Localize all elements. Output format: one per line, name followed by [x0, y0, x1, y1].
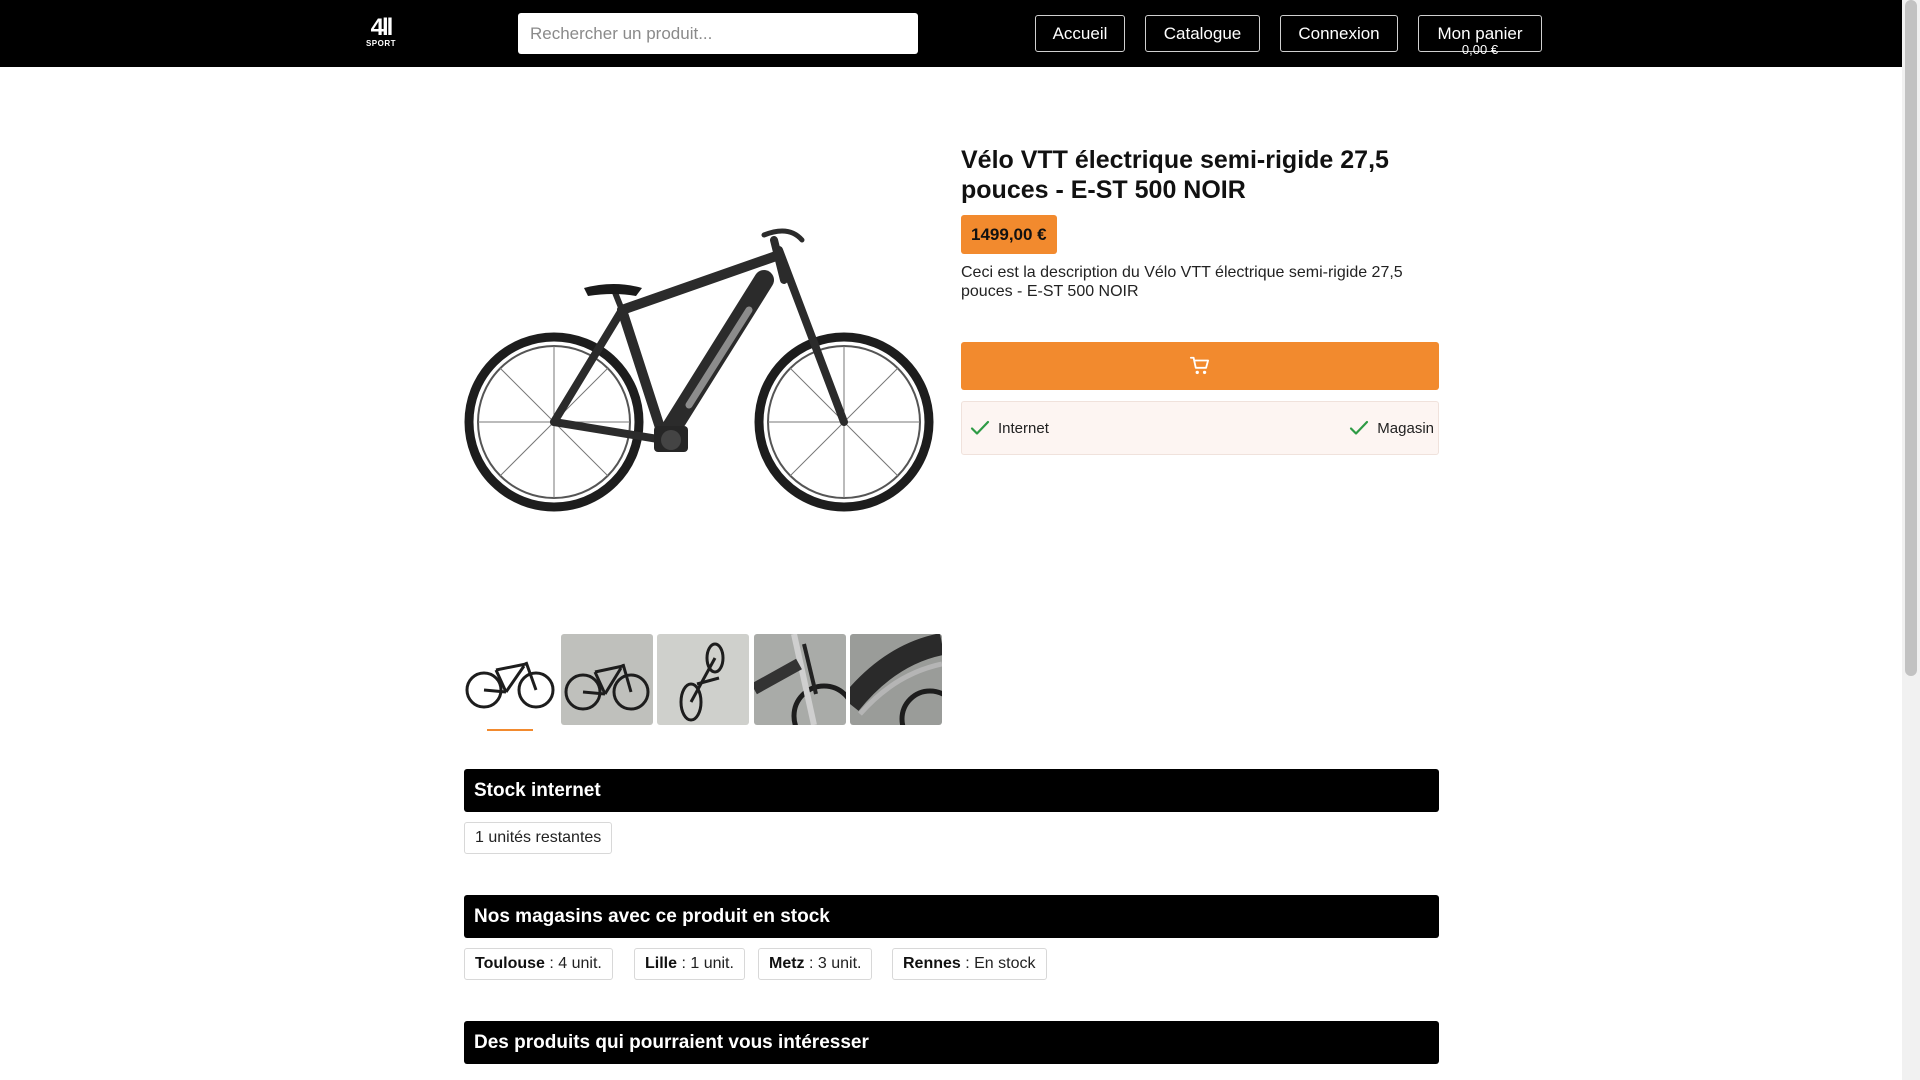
store-city: Rennes [903, 955, 961, 972]
stock-internet-heading: Stock internet [464, 769, 1439, 812]
product-title: Vélo VTT électrique semi-rigide 27,5 pou… [961, 146, 1389, 204]
thumbnail-5[interactable] [850, 634, 942, 725]
ebike-thumbnail-image [754, 634, 846, 725]
page-scrollbar-thumb[interactable] [1905, 0, 1917, 676]
store-stock-value: : En stock [960, 955, 1036, 972]
store-city: Toulouse [475, 955, 545, 972]
nav-catalog-button[interactable]: Catalogue [1145, 15, 1260, 52]
top-navigation-bar: 4ll SPORT Accueil Catalogue Connexion Mo… [0, 0, 1902, 67]
ebike-thumbnail-image [564, 663, 650, 711]
cart-total: 0,00 € [1461, 42, 1499, 57]
product-main-image[interactable] [464, 140, 942, 600]
store-stock-chip: Metz : 3 unit. [758, 948, 873, 980]
check-icon [1350, 420, 1369, 435]
product-page: 4ll SPORT Accueil Catalogue Connexion Mo… [0, 0, 1920, 1080]
ebike-thumbnail-image [850, 634, 942, 725]
related-products-heading: Des produits qui pourraient vous intéres… [464, 1021, 1439, 1064]
store-stock-value: : 3 unit. [804, 955, 862, 972]
store-stock-chip: Rennes : En stock [892, 948, 1047, 980]
thumbnail-4[interactable] [754, 634, 846, 725]
thumbnail-2[interactable] [561, 634, 653, 725]
search-input[interactable] [518, 13, 918, 54]
active-thumbnail-indicator [487, 729, 533, 731]
ebike-image [464, 228, 934, 512]
product-description: Ceci est la description du Vélo VTT élec… [961, 264, 1403, 300]
stores-heading: Nos magasins avec ce produit en stock [464, 895, 1439, 938]
store-stock-value: : 1 unit. [677, 955, 734, 972]
availability-store-label: Magasin [1377, 419, 1434, 437]
ebike-thumbnail-image [679, 642, 725, 722]
store-city: Metz [769, 955, 805, 972]
check-icon [970, 420, 990, 435]
availability-internet: Internet [970, 402, 1049, 454]
product-price: 1499,00 € [961, 215, 1057, 254]
internet-stock-badge: 1 unités restantes [464, 822, 613, 854]
site-logo[interactable]: 4ll SPORT [364, 14, 398, 51]
thumbnail-1[interactable] [464, 634, 556, 725]
logo-subtitle: SPORT [365, 39, 397, 48]
availability-store: Magasin [1349, 402, 1434, 454]
store-stock-chip: Lille : 1 unit. [634, 948, 745, 980]
cart-icon [1189, 356, 1209, 375]
store-city: Lille [645, 955, 678, 972]
add-to-cart-button[interactable] [961, 342, 1439, 390]
store-stock-chip: Toulouse : 4 unit. [464, 948, 613, 980]
availability-panel: Internet Magasin [961, 401, 1439, 455]
ebike-thumbnail-image [465, 661, 555, 709]
nav-home-button[interactable]: Accueil [1035, 15, 1125, 52]
nav-login-button[interactable]: Connexion [1280, 15, 1398, 52]
logo-mark: 4ll [370, 14, 394, 41]
thumbnail-3[interactable] [657, 634, 749, 725]
availability-internet-label: Internet [998, 419, 1049, 437]
store-stock-value: : 4 unit. [544, 955, 602, 972]
